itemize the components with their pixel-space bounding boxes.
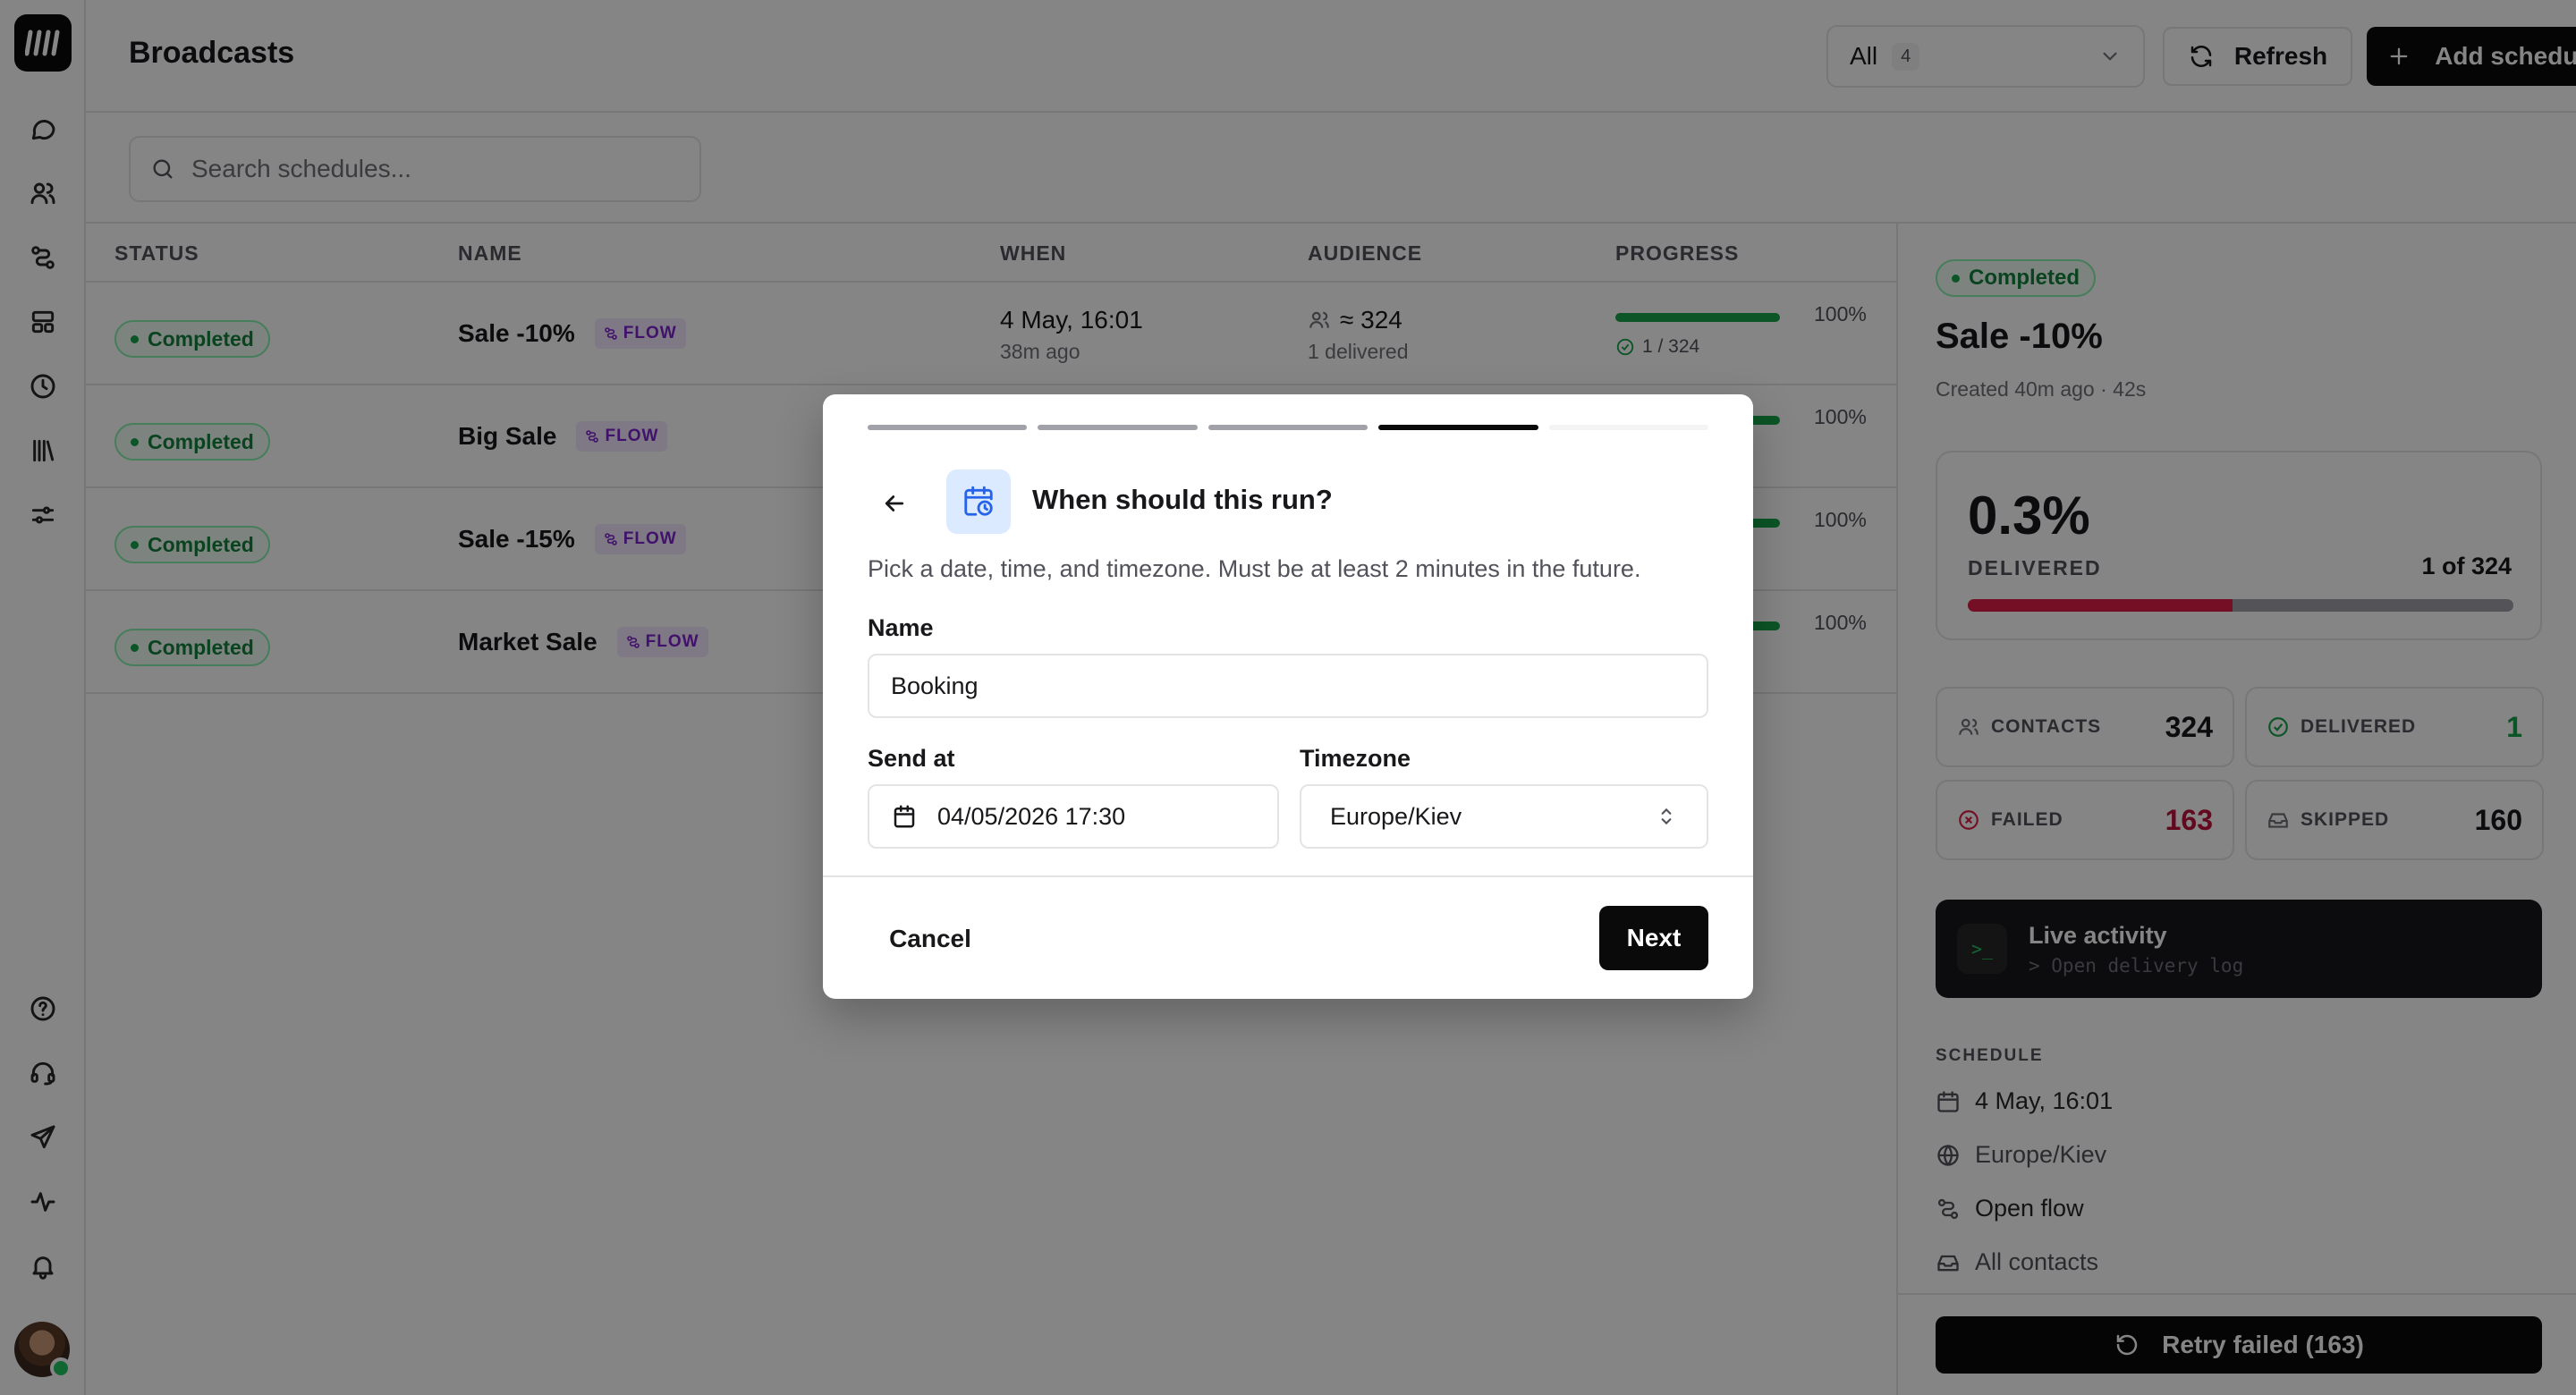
- arrow-left-icon: [885, 495, 904, 512]
- name-label: Name: [868, 614, 934, 641]
- cancel-button[interactable]: Cancel: [868, 908, 993, 970]
- calendar-clock-icon: [946, 469, 1011, 534]
- step-segment: [1548, 425, 1709, 430]
- step-progress: [868, 425, 1709, 430]
- next-button[interactable]: Next: [1599, 906, 1708, 970]
- dialog-description: Pick a date, time, and timezone. Must be…: [868, 555, 1641, 582]
- name-field[interactable]: Booking: [868, 654, 1708, 718]
- dialog-footer: Cancel Next: [823, 875, 1753, 999]
- timezone-select[interactable]: Europe/Kiev: [1300, 784, 1708, 849]
- timezone-label: Timezone: [1300, 745, 1411, 772]
- back-button[interactable]: [877, 486, 912, 521]
- dialog-title: When should this run?: [1032, 484, 1333, 515]
- step-segment: [1378, 425, 1538, 430]
- step-segment: [868, 425, 1028, 430]
- send-at-label: Send at: [868, 745, 955, 772]
- step-segment: [1038, 425, 1198, 430]
- step-segment: [1208, 425, 1368, 430]
- calendar-icon: [894, 805, 915, 828]
- schedule-dialog: When should this run? Pick a date, time,…: [823, 394, 1753, 999]
- send-at-field[interactable]: 04/05/2026 17:30: [868, 784, 1279, 849]
- chevron-updown-icon: [1661, 807, 1672, 825]
